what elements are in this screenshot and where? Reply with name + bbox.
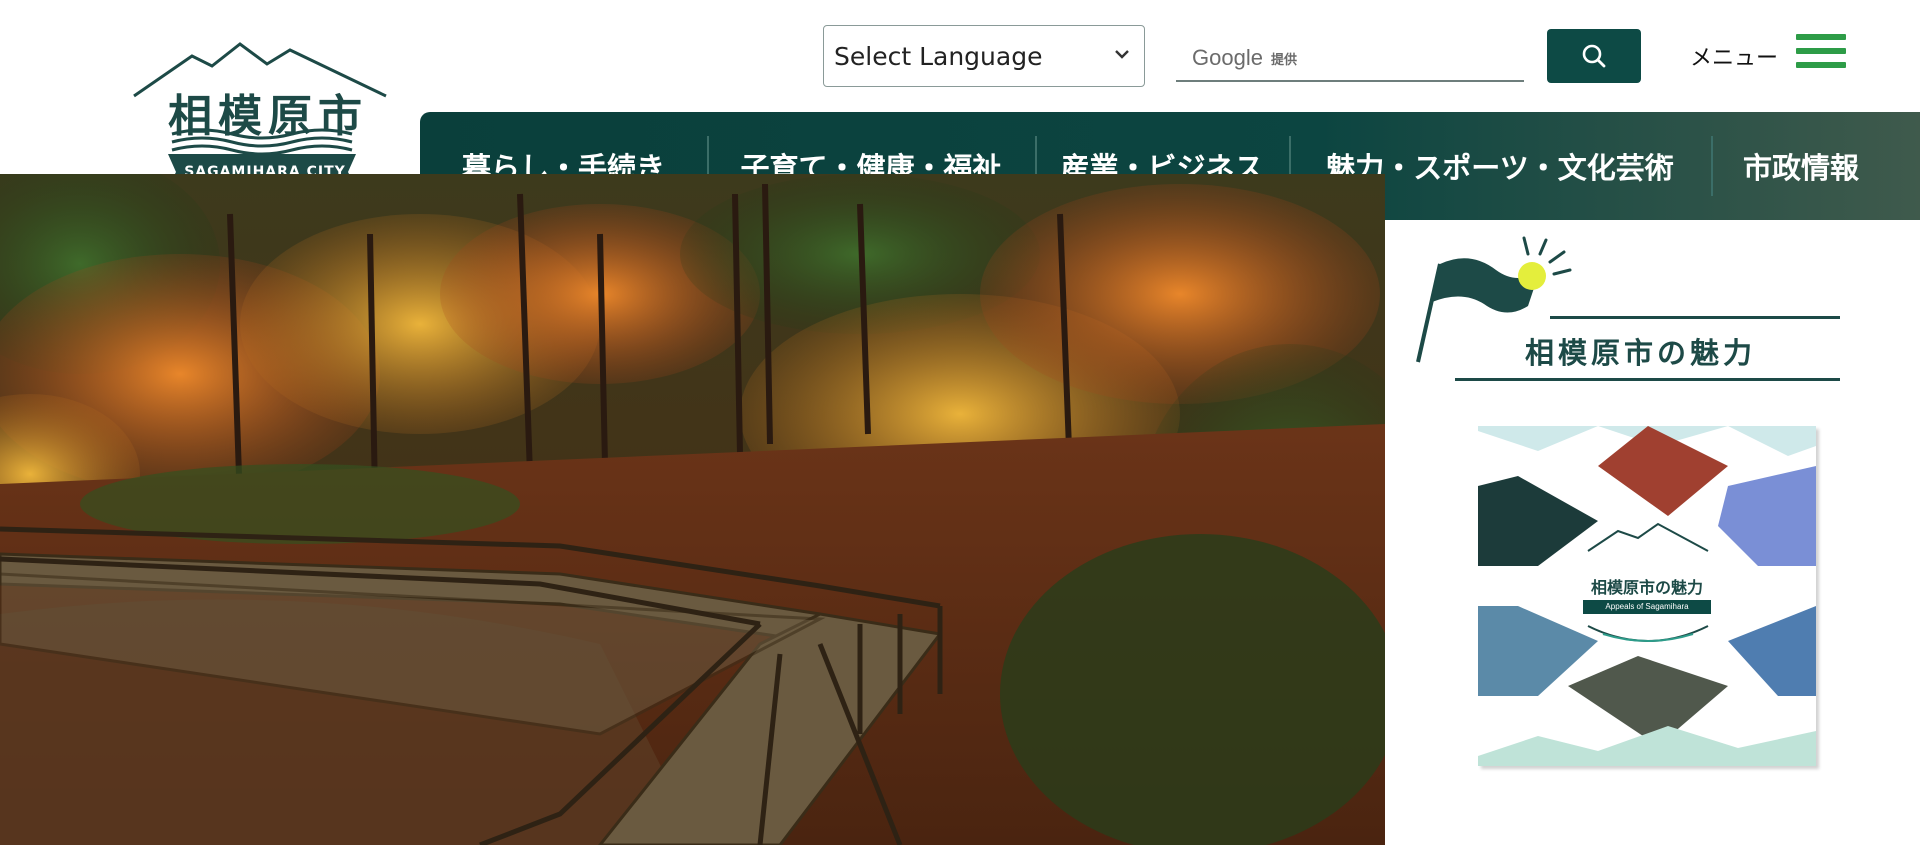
search-provider-suffix: 提供 xyxy=(1270,52,1297,68)
charm-link[interactable]: 相模原市の魅力 xyxy=(1400,230,1860,390)
divider xyxy=(1550,316,1840,319)
hamburger-menu-icon[interactable] xyxy=(1796,34,1846,74)
menu-label[interactable]: メニュー xyxy=(1690,40,1778,72)
divider xyxy=(1455,378,1840,381)
search-button[interactable] xyxy=(1547,29,1641,83)
nav-item-city-info[interactable]: 市政情報 xyxy=(1711,112,1891,220)
banner-title: 相模原市の魅力 xyxy=(1590,578,1703,597)
language-select[interactable]: Select Language xyxy=(823,25,1145,87)
chevron-down-icon xyxy=(1115,50,1129,59)
search-input[interactable]: Google 提供 xyxy=(1176,36,1524,82)
hero-image xyxy=(0,174,1385,845)
search-icon xyxy=(1582,44,1606,68)
charm-title: 相模原市の魅力 xyxy=(1525,336,1757,370)
language-select-value: Select Language xyxy=(834,41,1043,71)
banner-subtitle: Appeals of Sagamihara xyxy=(1583,600,1711,614)
search-provider: Google xyxy=(1192,45,1263,70)
charm-banner[interactable]: 相模原市の魅力 Appeals of Sagamihara xyxy=(1478,426,1816,766)
logo-title: 相模原市 xyxy=(168,91,368,142)
nav-item-label: 市政情報 xyxy=(1742,151,1859,185)
